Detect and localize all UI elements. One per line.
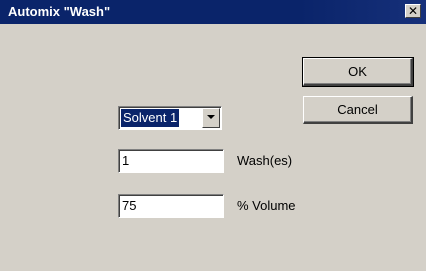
title-bar[interactable]: Automix "Wash" ✕ xyxy=(0,0,426,24)
ok-button-label: OK xyxy=(348,64,367,79)
volume-input[interactable]: 75 xyxy=(118,194,224,218)
window-title: Automix "Wash" xyxy=(8,4,111,19)
washes-label: Wash(es) xyxy=(237,153,293,168)
volume-label: % Volume xyxy=(237,198,296,213)
washes-input[interactable]: 1 xyxy=(118,149,224,173)
close-button[interactable]: ✕ xyxy=(405,4,421,18)
solvent-select[interactable]: Solvent 1 xyxy=(118,106,222,130)
ok-button[interactable]: OK xyxy=(302,57,414,87)
automix-wash-dialog: Automix "Wash" ✕ OK Cancel Solvent 1 1 W… xyxy=(0,0,426,271)
solvent-select-value: Solvent 1 xyxy=(121,109,180,127)
cancel-button[interactable]: Cancel xyxy=(303,96,413,124)
chevron-down-icon xyxy=(207,115,215,119)
close-icon: ✕ xyxy=(407,4,419,18)
cancel-button-label: Cancel xyxy=(337,102,378,117)
solvent-dropdown-button[interactable] xyxy=(202,108,220,128)
